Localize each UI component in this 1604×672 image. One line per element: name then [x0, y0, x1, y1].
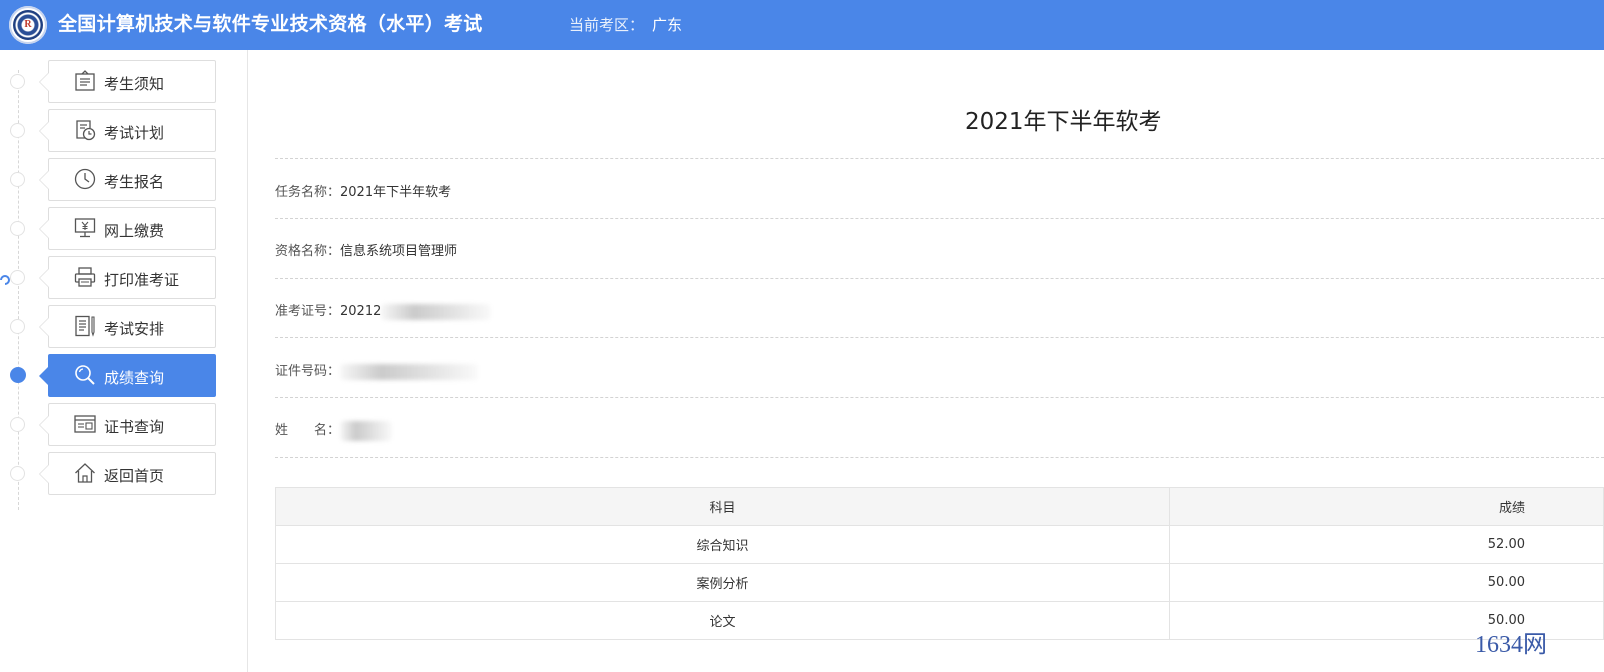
notice-board-icon: [75, 70, 95, 91]
sidebar-item-label: 证书查询: [104, 418, 165, 436]
sidebar-item-exam-plan[interactable]: 考试计划: [39, 109, 216, 152]
sidebar-item-box[interactable]: 考试安排: [39, 305, 216, 348]
sidebar-item-label: 打印准考证: [104, 271, 180, 289]
sidebar-item-box[interactable]: 网上缴费: [39, 207, 216, 250]
table-row: 案例分析 50.00: [275, 563, 1604, 602]
printer-icon: [74, 267, 96, 287]
monitor-yen-icon: [74, 218, 96, 238]
search-icon: [75, 365, 95, 385]
column-header-subject: 科目: [275, 487, 1170, 526]
sidebar-item-box[interactable]: 考生须知: [39, 60, 216, 103]
sidebar-item-label: 考生报名: [104, 173, 165, 191]
timeline-dot: [10, 417, 25, 432]
info-name-row: 姓 名：: [275, 419, 393, 441]
calendar-clock-icon: [76, 120, 96, 141]
redacted-blur: [340, 363, 479, 380]
site-title: 全国计算机技术与软件专业技术资格（水平）考试: [58, 13, 483, 35]
table-row: 综合知识 52.00: [275, 525, 1604, 564]
clock-icon: [74, 168, 96, 190]
home-icon: [75, 463, 95, 483]
sidebar-item-box[interactable]: 考生报名: [39, 158, 216, 201]
info-admission-row: 准考证号：20212: [275, 300, 492, 320]
site-watermark: 1634网: [1475, 632, 1547, 658]
timeline-dot: [10, 172, 25, 187]
score-cell: 50.00: [1169, 563, 1604, 602]
sidebar-item-label: 考试计划: [104, 124, 165, 142]
info-label: 证件号码：: [275, 364, 341, 379]
subject-cell: 论文: [275, 601, 1170, 640]
sidebar-item-register[interactable]: 考生报名: [39, 158, 216, 201]
divider: [275, 278, 1604, 279]
timeline-dot: [10, 270, 25, 285]
sidebar-item-payment[interactable]: 网上缴费: [39, 207, 216, 250]
timeline-dot-active: [10, 367, 26, 383]
timeline-dot: [10, 319, 25, 334]
document-pen-icon: [75, 315, 95, 337]
divider: [275, 158, 1604, 159]
sidebar-item-box[interactable]: 返回首页: [39, 452, 216, 495]
info-label: 任务名称：: [275, 185, 341, 200]
score-cell: 52.00: [1169, 525, 1604, 564]
info-id-row: 证件号码：: [275, 360, 479, 380]
timeline-dot: [10, 221, 25, 236]
table-row: 论文 50.00: [275, 601, 1604, 640]
info-value: 2021年下半年软考: [340, 185, 452, 200]
sidebar-item-box[interactable]: 考试计划: [39, 109, 216, 152]
region-value: 广东: [652, 16, 683, 34]
sidebar-item-print-admission[interactable]: 打印准考证: [39, 256, 216, 299]
sidebar-item-label: 成绩查询: [104, 369, 165, 387]
divider: [275, 397, 1604, 398]
sidebar-item-box[interactable]: 打印准考证: [39, 256, 216, 299]
subject-cell: 综合知识: [275, 525, 1170, 564]
sidebar-item-label: 考生须知: [104, 75, 165, 93]
timeline-dot: [10, 74, 25, 89]
sidebar-item-box[interactable]: 证书查询: [39, 403, 216, 446]
feedback-tab-icon[interactable]: [0, 274, 10, 286]
sidebar-item-label: 网上缴费: [104, 222, 165, 240]
info-label: 资格名称：: [275, 244, 341, 259]
info-value: 20212: [340, 304, 382, 319]
sidebar-item-notice[interactable]: 考生须知: [39, 60, 216, 103]
sidebar-item-home[interactable]: 返回首页: [39, 452, 216, 495]
sidebar-item-label: 考试安排: [104, 320, 165, 338]
top-header: R 全国计算机技术与软件专业技术资格（水平）考试 当前考区： 广东: [0, 0, 1604, 50]
sidebar-item-score-query[interactable]: 成绩查询: [39, 354, 216, 397]
divider: [275, 218, 1604, 219]
redacted-blur: [340, 420, 393, 441]
info-label: 准考证号：: [275, 304, 341, 319]
subject-cell: 案例分析: [275, 563, 1170, 602]
sidebar-item-certificate-query[interactable]: 证书查询: [39, 403, 216, 446]
timeline-dot: [10, 123, 25, 138]
divider: [275, 337, 1604, 338]
score-table: 科目 成绩 综合知识 52.00 案例分析 50.00 论文 50.00: [275, 487, 1604, 640]
column-header-score: 成绩: [1169, 487, 1604, 526]
timeline-dot: [10, 466, 25, 481]
exam-logo-icon: R: [9, 6, 47, 44]
info-qualification-row: 资格名称：信息系统项目管理师: [275, 240, 457, 259]
sidebar-item-box[interactable]: 成绩查询: [39, 354, 216, 397]
redacted-blur: [381, 303, 492, 320]
info-task-row: 任务名称：2021年下半年软考: [275, 181, 451, 200]
main-content: 2021年下半年软考 任务名称：2021年下半年软考 资格名称：信息系统项目管理…: [248, 50, 1604, 672]
region-label: 当前考区：: [569, 16, 645, 34]
page-title: 2021年下半年软考: [965, 109, 1162, 135]
table-header-row: 科目 成绩: [275, 487, 1604, 526]
info-value: 信息系统项目管理师: [340, 244, 458, 259]
sidebar-item-exam-arrangement[interactable]: 考试安排: [39, 305, 216, 348]
certificate-icon: [74, 415, 96, 433]
divider: [275, 457, 1604, 458]
info-label: 姓 名：: [275, 423, 341, 438]
sidebar-nav: 考生须知 考试计划 考生报名 网上缴费 打印准考证 考试安排 成绩查询 证书查询…: [0, 50, 248, 672]
sidebar-item-label: 返回首页: [104, 467, 165, 485]
